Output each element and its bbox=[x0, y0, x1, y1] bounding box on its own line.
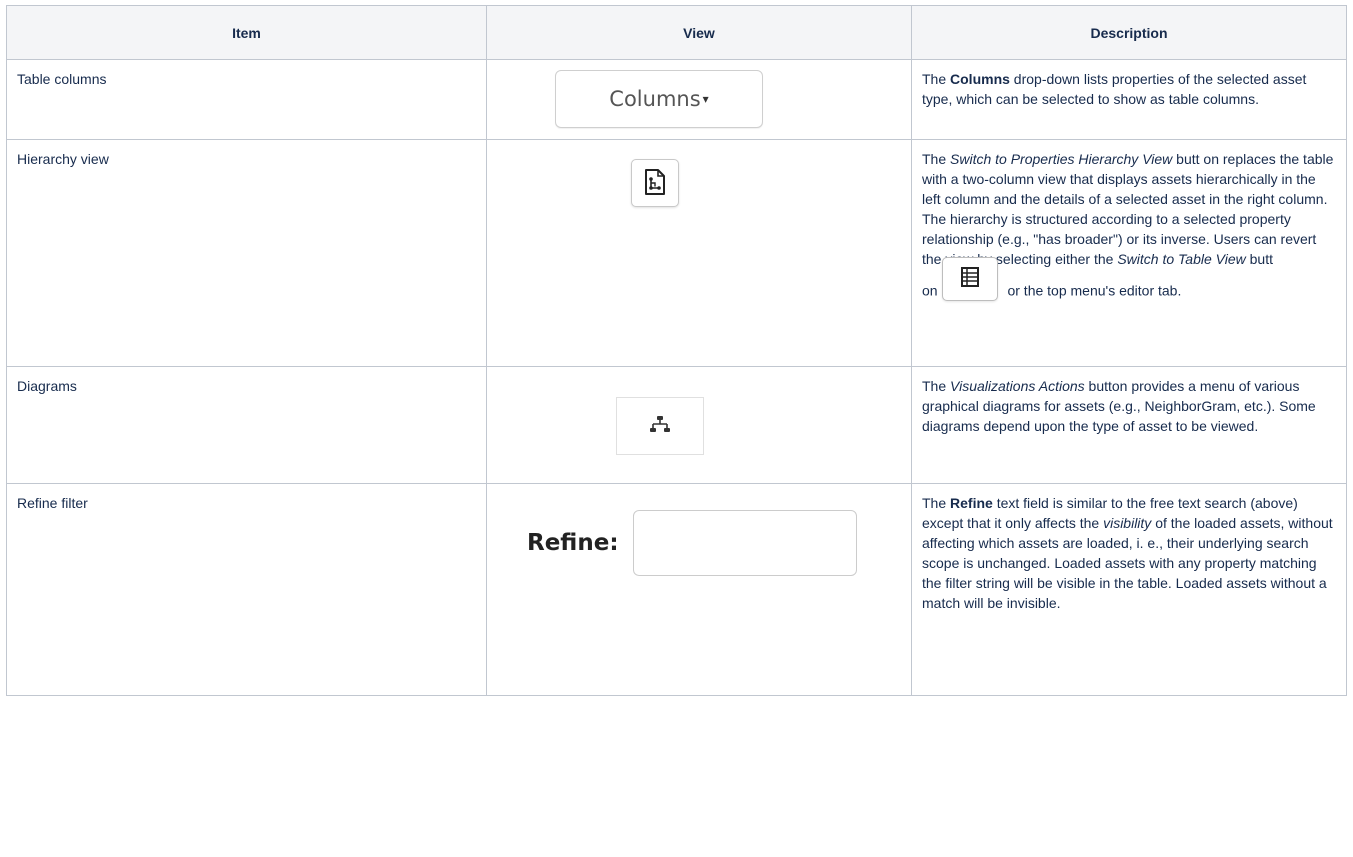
desc-bold: Columns bbox=[950, 71, 1010, 87]
description-cell: The Columns drop-down lists properties o… bbox=[911, 59, 1347, 140]
refine-label: Refine: bbox=[527, 530, 619, 556]
description-cell: The Refine text field is similar to the … bbox=[911, 483, 1347, 696]
item-cell: Hierarchy view bbox=[6, 139, 487, 367]
desc-last-line: on or the top menu's editor tab. bbox=[922, 257, 1336, 315]
desc-text: butt on replaces the table with a two-co… bbox=[922, 151, 1334, 267]
reference-table: Item View Description Table columns Colu… bbox=[6, 5, 1347, 696]
description-cell: The Switch to Properties Hierarchy View … bbox=[911, 139, 1347, 367]
table-row: Diagrams The Visualizations Actions butt… bbox=[6, 366, 1347, 484]
desc-italic: visibility bbox=[1103, 515, 1152, 531]
desc-text: The bbox=[922, 378, 951, 394]
desc-text: butt bbox=[1245, 251, 1273, 267]
desc-italic: Switch to Properties Hierarchy View bbox=[950, 151, 1173, 167]
table-view-button[interactable] bbox=[941, 257, 998, 301]
columns-dropdown-button[interactable]: Columns ▾ bbox=[555, 70, 763, 128]
desc-italic: Visualizations Actions bbox=[950, 378, 1085, 394]
view-cell: Columns ▾ bbox=[486, 59, 912, 140]
desc-text: The bbox=[922, 151, 951, 167]
item-cell: Diagrams bbox=[6, 366, 487, 484]
refine-group: Refine: bbox=[527, 510, 857, 576]
hierarchy-view-button[interactable] bbox=[631, 159, 679, 207]
header-description: Description bbox=[911, 5, 1347, 60]
item-cell: Refine filter bbox=[6, 483, 487, 696]
view-cell bbox=[486, 139, 912, 367]
hierarchy-view-icon bbox=[642, 168, 668, 199]
chevron-down-icon: ▾ bbox=[702, 92, 709, 106]
header-item: Item bbox=[6, 5, 487, 60]
table-view-icon bbox=[960, 266, 980, 293]
columns-button-label: Columns bbox=[609, 87, 701, 111]
desc-text: on bbox=[922, 282, 938, 299]
header-row: Item View Description bbox=[6, 5, 1347, 60]
table-row: Table columns Columns ▾ The Columns drop… bbox=[6, 59, 1347, 140]
refine-input[interactable] bbox=[632, 510, 857, 576]
table-row: Refine filter Refine: The Refine text fi… bbox=[6, 483, 1347, 696]
desc-text: The bbox=[922, 495, 951, 511]
view-cell: Refine: bbox=[486, 483, 912, 696]
view-cell bbox=[486, 366, 912, 484]
description-cell: The Visualizations Actions button provid… bbox=[911, 366, 1347, 484]
desc-bold: Refine bbox=[950, 495, 993, 511]
desc-text: The bbox=[922, 71, 951, 87]
desc-italic: Switch to Table View bbox=[1117, 251, 1246, 267]
visualization-icon bbox=[649, 414, 671, 439]
item-cell: Table columns bbox=[6, 59, 487, 140]
table-row: Hierarchy view The Switch to Properties … bbox=[6, 139, 1347, 367]
visualizations-actions-button[interactable] bbox=[616, 397, 704, 455]
header-view: View bbox=[486, 5, 912, 60]
desc-text: or the top menu's editor tab. bbox=[1003, 282, 1182, 299]
